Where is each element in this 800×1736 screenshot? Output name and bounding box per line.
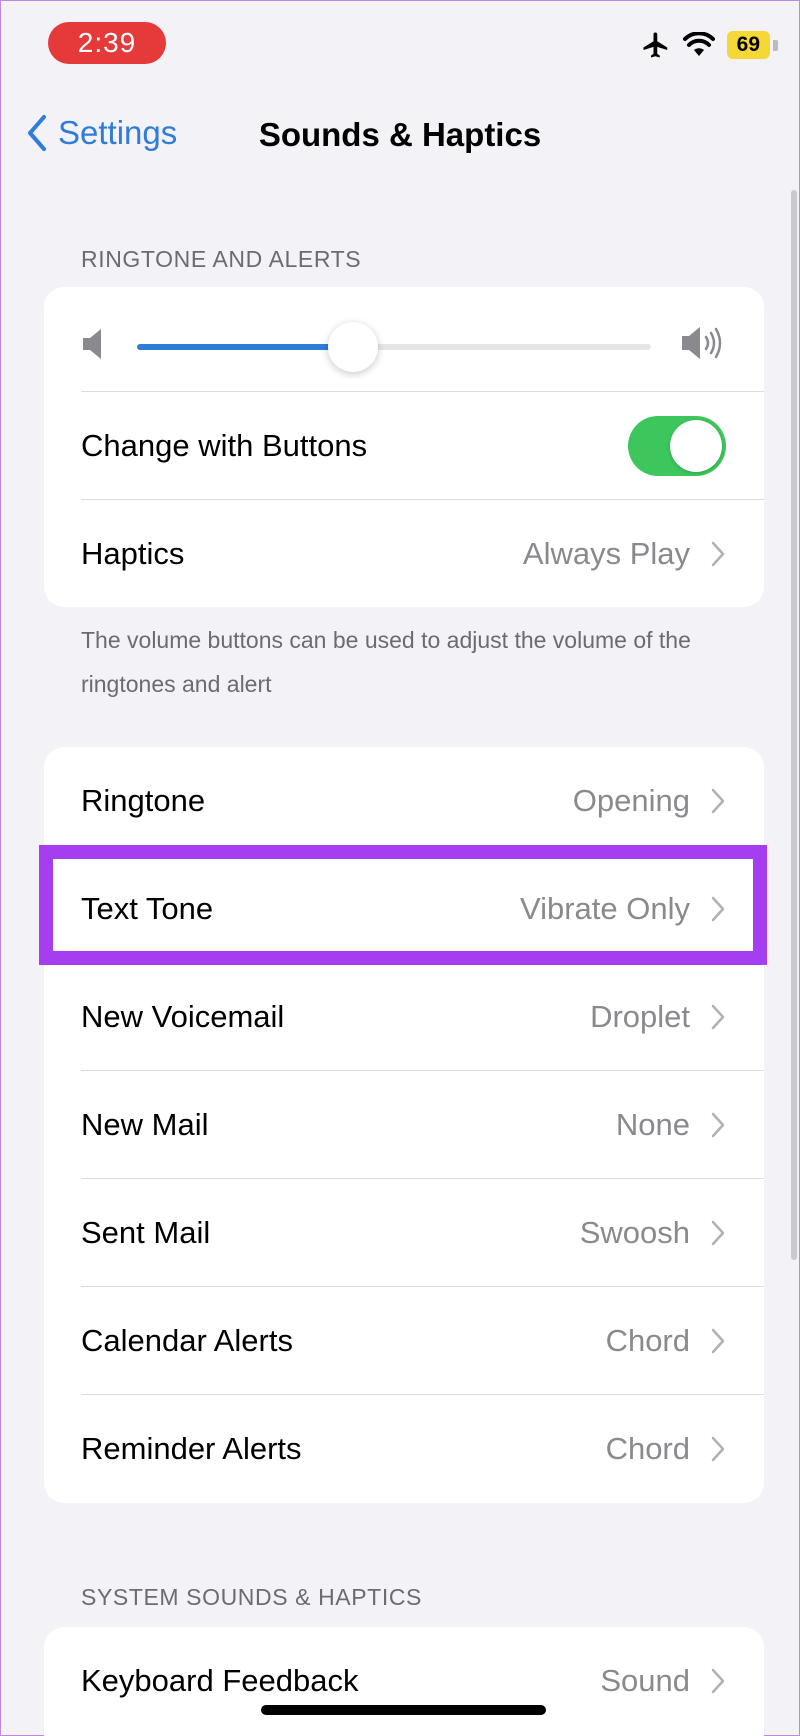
- tone-value: Chord: [605, 1431, 690, 1466]
- toggle-knob: [670, 420, 722, 472]
- tone-value: Swoosh: [579, 1215, 690, 1250]
- tone-row-sent-mail[interactable]: Sent Mail Swoosh: [44, 1179, 764, 1287]
- tone-row-calendar-alerts[interactable]: Calendar Alerts Chord: [44, 1287, 764, 1395]
- chevron-right-icon: [711, 1112, 725, 1138]
- chevron-right-icon: [711, 1436, 725, 1462]
- tone-value: None: [615, 1107, 690, 1142]
- tone-label: New Mail: [81, 1107, 209, 1142]
- tone-row-new-voicemail[interactable]: New Voicemail Droplet: [44, 963, 764, 1071]
- tone-label: Calendar Alerts: [81, 1323, 293, 1358]
- chevron-right-icon: [711, 1004, 725, 1030]
- battery-indicator: 69: [726, 31, 779, 59]
- volume-slider-thumb[interactable]: [327, 322, 378, 372]
- tone-value: Droplet: [590, 999, 690, 1034]
- tone-value: Opening: [572, 783, 690, 818]
- tone-row-reminder-alerts[interactable]: Reminder Alerts Chord: [44, 1395, 764, 1503]
- status-icons: 69: [641, 30, 779, 60]
- wifi-icon: [682, 32, 715, 56]
- tone-row-text-tone[interactable]: Text Tone Vibrate Only: [44, 855, 764, 963]
- chevron-right-icon: [711, 1668, 725, 1694]
- tone-label: Reminder Alerts: [81, 1431, 302, 1466]
- home-indicator[interactable]: [261, 1705, 546, 1715]
- section-header-system: SYSTEM SOUNDS & HAPTICS: [81, 1584, 422, 1610]
- airplane-icon: [643, 32, 667, 58]
- volume-footer-note: The volume buttons can be used to adjust…: [81, 627, 691, 697]
- keyboard-feedback-value: Sound: [600, 1663, 690, 1698]
- haptics-value: Always Play: [522, 536, 690, 571]
- tones-card: Ringtone Opening Text Tone Vibrate Only …: [44, 747, 764, 1503]
- volume-slider-row: [44, 287, 764, 392]
- tone-row-ringtone[interactable]: Ringtone Opening: [44, 747, 764, 855]
- volume-slider-fill: [137, 344, 353, 350]
- volume-card: Change with Buttons Haptics Always Play: [44, 287, 764, 607]
- scroll-indicator: [791, 190, 797, 1260]
- tone-label: Sent Mail: [81, 1215, 211, 1250]
- change-with-buttons-toggle[interactable]: [628, 416, 726, 476]
- volume-slider[interactable]: [137, 322, 651, 372]
- chevron-right-icon: [711, 541, 725, 567]
- chevron-right-icon: [711, 1328, 725, 1354]
- chevron-right-icon: [711, 788, 725, 814]
- tone-value: Vibrate Only: [519, 891, 690, 926]
- keyboard-feedback-row[interactable]: Keyboard Feedback Sound: [44, 1627, 764, 1735]
- tone-value: Chord: [605, 1323, 690, 1358]
- chevron-right-icon: [711, 1220, 725, 1246]
- change-with-buttons-row: Change with Buttons: [44, 392, 764, 500]
- speaker-low-icon: [83, 329, 101, 359]
- tone-row-new-mail[interactable]: New Mail None: [44, 1071, 764, 1179]
- tone-label: Text Tone: [81, 891, 214, 926]
- haptics-row[interactable]: Haptics Always Play: [44, 500, 764, 607]
- change-with-buttons-label: Change with Buttons: [81, 428, 368, 463]
- page-title: Sounds & Haptics: [258, 116, 542, 153]
- section-header-ringtone: RINGTONE AND ALERTS: [81, 246, 362, 272]
- haptics-label: Haptics: [81, 536, 185, 571]
- keyboard-feedback-label: Keyboard Feedback: [81, 1663, 359, 1698]
- speaker-high-icon: [682, 327, 722, 359]
- status-time: 2:39: [48, 22, 166, 64]
- tone-label: New Voicemail: [81, 999, 285, 1034]
- system-card: Keyboard Feedback Sound: [44, 1627, 764, 1736]
- tone-label: Ringtone: [81, 783, 206, 818]
- chevron-right-icon: [711, 896, 725, 922]
